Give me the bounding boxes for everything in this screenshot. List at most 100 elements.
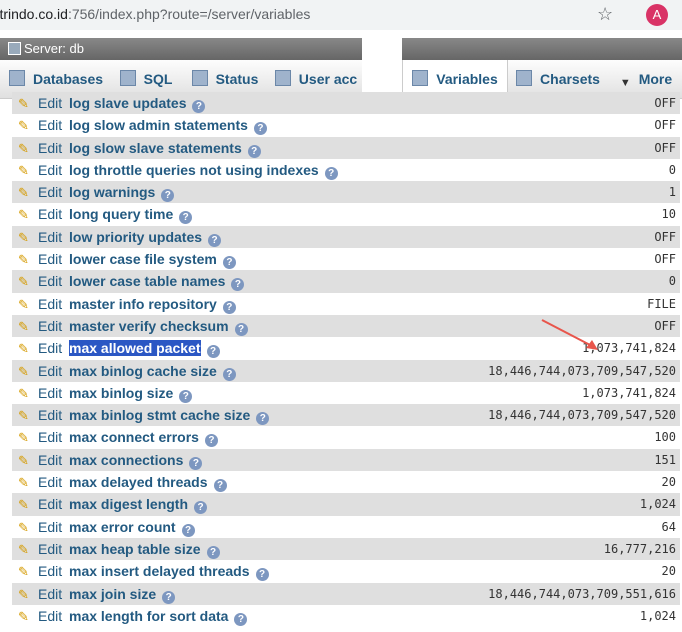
- edit-link[interactable]: Edit: [38, 117, 62, 133]
- pencil-icon[interactable]: ✎: [18, 408, 29, 424]
- edit-link[interactable]: Edit: [38, 296, 62, 312]
- help-icon[interactable]: ?: [162, 590, 176, 604]
- variable-name[interactable]: max join size: [69, 586, 156, 602]
- variable-name[interactable]: max digest length: [69, 496, 188, 512]
- help-icon[interactable]: ?: [234, 322, 248, 336]
- variable-name[interactable]: log warnings: [69, 184, 155, 200]
- help-icon[interactable]: ?: [222, 256, 236, 270]
- variable-value[interactable]: OFF: [654, 252, 676, 266]
- variable-name[interactable]: max heap table size: [69, 541, 201, 557]
- variable-name[interactable]: lower case table names: [69, 273, 225, 289]
- variable-value[interactable]: 0: [669, 163, 676, 177]
- edit-link[interactable]: Edit: [38, 452, 62, 468]
- edit-link[interactable]: Edit: [38, 340, 62, 356]
- pencil-icon[interactable]: ✎: [18, 185, 29, 201]
- variable-value[interactable]: 18,446,744,073,709,547,520: [488, 364, 676, 378]
- variable-value[interactable]: OFF: [654, 319, 676, 333]
- variable-name[interactable]: log throttle queries not using indexes: [69, 162, 319, 178]
- variable-name[interactable]: master verify checksum: [69, 318, 229, 334]
- edit-link[interactable]: Edit: [38, 608, 62, 624]
- pencil-icon[interactable]: ✎: [18, 430, 29, 446]
- edit-link[interactable]: Edit: [38, 519, 62, 535]
- variable-value[interactable]: 20: [662, 564, 676, 578]
- pencil-icon[interactable]: ✎: [18, 141, 29, 157]
- variable-name[interactable]: max binlog cache size: [69, 363, 217, 379]
- variable-name[interactable]: max error count: [69, 519, 176, 535]
- help-icon[interactable]: ?: [206, 545, 220, 559]
- help-icon[interactable]: ?: [255, 568, 269, 582]
- variable-value[interactable]: 64: [662, 520, 676, 534]
- edit-link[interactable]: Edit: [38, 563, 62, 579]
- pencil-icon[interactable]: ✎: [18, 520, 29, 536]
- variable-name[interactable]: max binlog size: [69, 385, 173, 401]
- help-icon[interactable]: ?: [189, 456, 203, 470]
- help-icon[interactable]: ?: [222, 367, 236, 381]
- pencil-icon[interactable]: ✎: [18, 497, 29, 513]
- variable-name[interactable]: max allowed packet: [69, 340, 201, 357]
- pencil-icon[interactable]: ✎: [18, 475, 29, 491]
- help-icon[interactable]: ?: [179, 389, 193, 403]
- variable-value[interactable]: 20: [662, 475, 676, 489]
- variable-name[interactable]: max delayed threads: [69, 474, 208, 490]
- pencil-icon[interactable]: ✎: [18, 274, 29, 290]
- help-icon[interactable]: ?: [179, 211, 193, 225]
- edit-link[interactable]: Edit: [38, 162, 62, 178]
- variable-value[interactable]: 18,446,744,073,709,547,520: [488, 408, 676, 422]
- variable-value[interactable]: 16,777,216: [604, 542, 676, 556]
- edit-link[interactable]: Edit: [38, 541, 62, 557]
- edit-link[interactable]: Edit: [38, 95, 62, 111]
- edit-link[interactable]: Edit: [38, 318, 62, 334]
- pencil-icon[interactable]: ✎: [18, 118, 29, 134]
- edit-link[interactable]: Edit: [38, 229, 62, 245]
- variable-value[interactable]: 1,073,741,824: [582, 386, 676, 400]
- pencil-icon[interactable]: ✎: [18, 542, 29, 558]
- edit-link[interactable]: Edit: [38, 496, 62, 512]
- server-label[interactable]: Server: db: [24, 41, 84, 56]
- variable-name[interactable]: long query time: [69, 206, 173, 222]
- variable-value[interactable]: OFF: [654, 118, 676, 132]
- pencil-icon[interactable]: ✎: [18, 341, 29, 357]
- pencil-icon[interactable]: ✎: [18, 609, 29, 625]
- help-icon[interactable]: ?: [253, 122, 267, 136]
- pencil-icon[interactable]: ✎: [18, 564, 29, 580]
- variable-name[interactable]: max connect errors: [69, 429, 199, 445]
- variable-name[interactable]: log slave updates: [69, 95, 186, 111]
- variable-name[interactable]: master info repository: [69, 296, 217, 312]
- help-icon[interactable]: ?: [231, 278, 245, 292]
- pencil-icon[interactable]: ✎: [18, 297, 29, 313]
- variable-value[interactable]: FILE: [647, 297, 676, 311]
- variable-name[interactable]: log slow admin statements: [69, 117, 248, 133]
- profile-avatar[interactable]: A: [646, 4, 668, 26]
- pencil-icon[interactable]: ✎: [18, 364, 29, 380]
- help-icon[interactable]: ?: [256, 412, 270, 426]
- variable-name[interactable]: max connections: [69, 452, 183, 468]
- pencil-icon[interactable]: ✎: [18, 96, 29, 112]
- variable-value[interactable]: 18,446,744,073,709,551,616: [488, 587, 676, 601]
- variable-name[interactable]: low priority updates: [69, 229, 202, 245]
- variable-value[interactable]: OFF: [654, 141, 676, 155]
- edit-link[interactable]: Edit: [38, 586, 62, 602]
- help-icon[interactable]: ?: [192, 100, 206, 113]
- help-icon[interactable]: ?: [161, 189, 175, 203]
- variable-name[interactable]: lower case file system: [69, 251, 217, 267]
- edit-link[interactable]: Edit: [38, 363, 62, 379]
- pencil-icon[interactable]: ✎: [18, 319, 29, 335]
- help-icon[interactable]: ?: [247, 144, 261, 158]
- help-icon[interactable]: ?: [208, 233, 222, 247]
- help-icon[interactable]: ?: [204, 434, 218, 448]
- pencil-icon[interactable]: ✎: [18, 163, 29, 179]
- edit-link[interactable]: Edit: [38, 429, 62, 445]
- variable-value[interactable]: 10: [662, 207, 676, 221]
- help-icon[interactable]: ?: [222, 300, 236, 314]
- variable-name[interactable]: log slow slave statements: [69, 140, 242, 156]
- edit-link[interactable]: Edit: [38, 140, 62, 156]
- variable-value[interactable]: OFF: [654, 230, 676, 244]
- edit-link[interactable]: Edit: [38, 385, 62, 401]
- bookmark-star-icon[interactable]: ☆: [597, 4, 613, 25]
- pencil-icon[interactable]: ✎: [18, 587, 29, 603]
- edit-link[interactable]: Edit: [38, 184, 62, 200]
- edit-link[interactable]: Edit: [38, 407, 62, 423]
- variable-name[interactable]: max length for sort data: [69, 608, 228, 624]
- variable-name[interactable]: max binlog stmt cache size: [69, 407, 250, 423]
- help-icon[interactable]: ?: [194, 501, 208, 515]
